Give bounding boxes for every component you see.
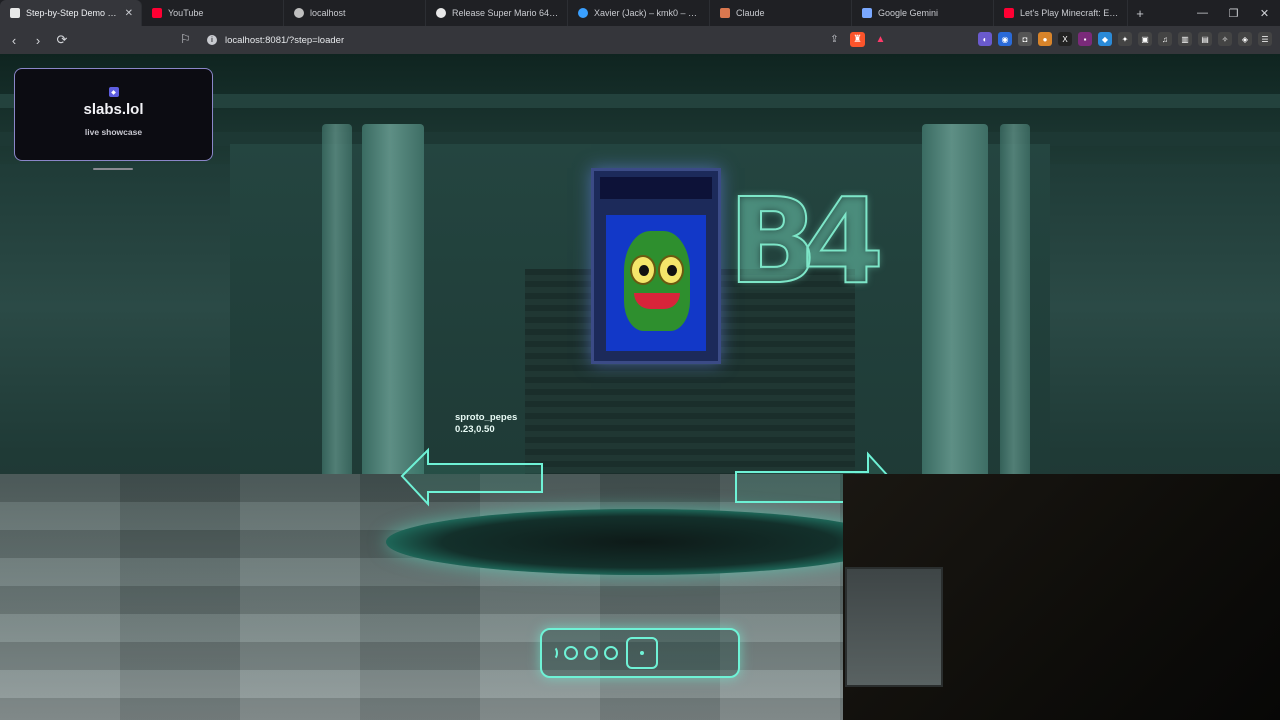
card-title: slabs.lol [83, 101, 144, 118]
avatar-icon [578, 8, 588, 18]
tab-title: Google Gemini [878, 8, 939, 18]
tab-title: Step-by-Step Demo to Inte [26, 8, 119, 18]
tab-gemini[interactable]: Google Gemini [852, 0, 994, 26]
tab-title: Xavier (Jack) – kmk0 – @KMko [594, 8, 701, 18]
share-icon[interactable]: ⇪ [827, 32, 842, 47]
tab-title: Release Super Mario 64 Coop [452, 8, 559, 18]
vpn-icon[interactable]: ◈ [1238, 32, 1252, 46]
gemini-icon [862, 8, 872, 18]
loader-stepper[interactable] [540, 628, 740, 678]
github-icon [436, 8, 446, 18]
brave-shield-icon[interactable]: ♜ [850, 32, 865, 47]
webcam-window [845, 567, 943, 687]
item-name-label: sproto_pepes [455, 412, 518, 423]
maximize-button[interactable]: ❐ [1218, 0, 1249, 26]
site-info-icon[interactable]: i [207, 35, 217, 45]
extension-icon[interactable]: ◆ [1098, 32, 1112, 46]
pepe-eye [630, 255, 656, 285]
pepe-eye [658, 255, 684, 285]
menu-icon[interactable]: ☰ [1258, 32, 1272, 46]
new-tab-button[interactable]: + [1128, 0, 1152, 26]
webcam-overlay [843, 474, 1280, 720]
item-coords-label: 0.23,0.50 [455, 424, 495, 435]
tab-youtube[interactable]: YouTube [142, 0, 284, 26]
address-bar[interactable]: i localhost:8081/?step=loader ⇪ ♜ ▲ [200, 28, 888, 52]
camera-icon[interactable]: ◘ [1018, 32, 1032, 46]
previous-arrow-button[interactable] [400, 446, 546, 510]
pepe-mouth [634, 293, 680, 309]
bookmark-icon[interactable]: ⚐ [180, 32, 191, 46]
tab-title: localhost [310, 8, 346, 18]
claude-icon [720, 8, 730, 18]
loader-dot[interactable] [604, 646, 618, 660]
tab-title: Let's Play Minecraft: Ep. 57 - K [1020, 8, 1119, 18]
loader-selected-dot[interactable] [626, 637, 658, 669]
tab-favicon-icon [10, 8, 20, 18]
youtube-icon [1004, 8, 1014, 18]
loader-dot[interactable] [564, 646, 578, 660]
tab-title: YouTube [168, 8, 204, 18]
tab-xavier[interactable]: Xavier (Jack) – kmk0 – @KMko [568, 0, 710, 26]
nft-artwork-frame[interactable] [591, 168, 721, 364]
back-button[interactable]: ‹ [4, 30, 24, 50]
tab-minecraft[interactable]: Let's Play Minecraft: Ep. 57 - K [994, 0, 1128, 26]
artwork-header [600, 177, 712, 199]
close-tab-icon[interactable]: ✕ [119, 8, 133, 19]
nav-bar: ‹ › ⟳ ⚐ i localhost:8081/?step=loader ⇪ … [0, 26, 1280, 54]
forward-button[interactable]: › [28, 30, 48, 50]
wallet-icon[interactable]: ▤ [1198, 32, 1212, 46]
rewards-icon[interactable]: ▲ [873, 32, 888, 47]
loader-dot-partial [548, 646, 558, 660]
loader-dot[interactable] [584, 646, 598, 660]
tab-github[interactable]: Release Super Mario 64 Coop [426, 0, 568, 26]
neon-b4-sign: B4 [727, 172, 885, 310]
tab-title: Claude [736, 8, 765, 18]
tab-localhost[interactable]: localhost [284, 0, 426, 26]
tab-active[interactable]: Step-by-Step Demo to Inte ✕ [0, 0, 142, 26]
tab-claude[interactable]: Claude [710, 0, 852, 26]
pepe-head [624, 231, 690, 331]
extension-icon[interactable]: X [1058, 32, 1072, 46]
tab-bar: Step-by-Step Demo to Inte ✕ YouTube loca… [0, 0, 1280, 26]
extension-icon[interactable]: ▪ [1078, 32, 1092, 46]
extensions-bar: ◐ ◉ ◘ ● X ▪ ◆ ✦ ▣ ♫ ▥ ▤ ✧ ◈ ☰ [978, 32, 1272, 46]
globe-icon [294, 8, 304, 18]
screenshot-icon[interactable]: ▣ [1138, 32, 1152, 46]
window-controls: — ❐ ✕ [1187, 0, 1280, 26]
extension-icon[interactable]: ◉ [998, 32, 1012, 46]
reload-button[interactable]: ⟳ [52, 30, 72, 50]
close-window-button[interactable]: ✕ [1249, 0, 1280, 26]
url-text[interactable]: localhost:8081/?step=loader [225, 35, 344, 46]
minimize-button[interactable]: — [1187, 0, 1218, 26]
scene-viewport[interactable]: B4 sproto_pepes 0.23,0.50 ◆ slabs.lol li… [0, 54, 1280, 720]
extensions-puzzle-icon[interactable]: ✦ [1118, 32, 1132, 46]
card-handle[interactable] [93, 168, 133, 170]
showcase-card[interactable]: ◆ slabs.lol live showcase [14, 68, 213, 161]
extension-icon[interactable]: ◐ [978, 32, 992, 46]
leo-ai-icon[interactable]: ✧ [1218, 32, 1232, 46]
extension-icon[interactable]: ● [1038, 32, 1052, 46]
media-icon[interactable]: ♫ [1158, 32, 1172, 46]
youtube-icon [152, 8, 162, 18]
card-subtitle: live showcase [84, 127, 143, 137]
pepe-artwork [606, 215, 706, 351]
sidebar-icon[interactable]: ▥ [1178, 32, 1192, 46]
app-logo-icon: ◆ [108, 87, 119, 97]
display-platform [386, 509, 892, 575]
